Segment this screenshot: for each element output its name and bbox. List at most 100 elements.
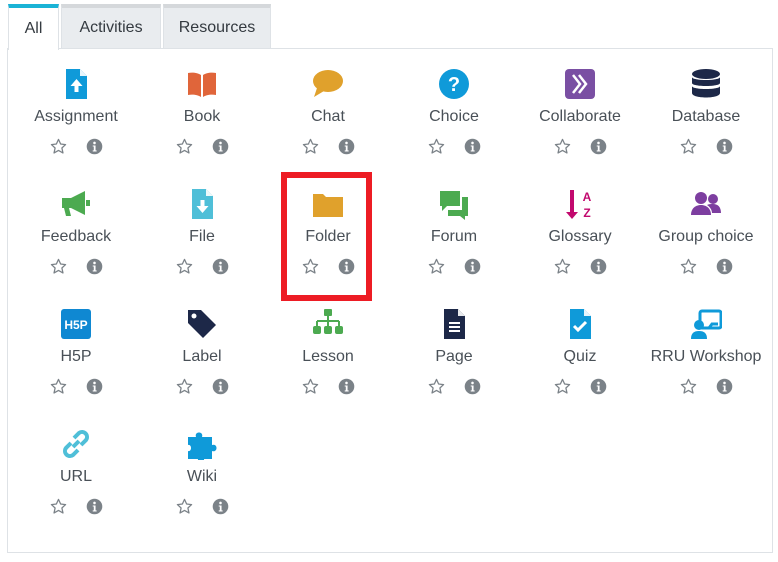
module-actions: [175, 257, 229, 275]
module-item-file[interactable]: File: [139, 182, 265, 302]
module-label: Feedback: [40, 228, 112, 245]
info-icon[interactable]: [211, 137, 229, 155]
star-icon[interactable]: [679, 137, 697, 155]
module-item-rru-workshop[interactable]: RRU Workshop: [643, 302, 769, 422]
module-label: Chat: [311, 108, 345, 125]
star-icon[interactable]: [175, 497, 193, 515]
module-item-choice[interactable]: ? Choice: [391, 62, 517, 182]
module-label: Folder: [305, 228, 351, 245]
url-icon: [59, 427, 93, 461]
info-icon[interactable]: [463, 137, 481, 155]
module-actions: [175, 137, 229, 155]
info-icon[interactable]: [463, 377, 481, 395]
info-icon[interactable]: [337, 137, 355, 155]
star-icon[interactable]: [175, 137, 193, 155]
module-item-h5p[interactable]: H5P H5P: [13, 302, 139, 422]
module-actions: [49, 377, 103, 395]
module-item-chat[interactable]: Chat: [265, 62, 391, 182]
module-label: File: [189, 228, 215, 245]
info-icon[interactable]: [715, 137, 733, 155]
star-icon[interactable]: [679, 377, 697, 395]
star-icon[interactable]: [49, 377, 67, 395]
info-icon[interactable]: [589, 257, 607, 275]
module-actions: [679, 257, 733, 275]
module-label: Book: [183, 108, 221, 125]
module-item-collaborate[interactable]: Collaborate: [517, 62, 643, 182]
module-item-folder[interactable]: Folder: [265, 182, 391, 302]
module-actions: [427, 377, 481, 395]
page-icon: [437, 307, 471, 341]
info-icon[interactable]: [85, 137, 103, 155]
module-item-forum[interactable]: Forum: [391, 182, 517, 302]
collaborate-icon: [563, 67, 597, 101]
module-label: Group choice: [658, 228, 754, 245]
star-icon[interactable]: [553, 377, 571, 395]
lesson-icon: [311, 307, 345, 341]
info-icon[interactable]: [85, 257, 103, 275]
module-label: Database: [671, 108, 741, 125]
star-icon[interactable]: [301, 257, 319, 275]
info-icon[interactable]: [211, 257, 229, 275]
svg-text:H5P: H5P: [64, 318, 87, 332]
database-icon: [689, 67, 723, 101]
star-icon[interactable]: [553, 137, 571, 155]
module-label: Collaborate: [539, 108, 621, 125]
module-actions: [175, 497, 229, 515]
module-item-label[interactable]: Label: [139, 302, 265, 422]
module-actions: [679, 377, 733, 395]
svg-text:Z: Z: [583, 206, 590, 220]
info-icon[interactable]: [85, 377, 103, 395]
star-icon[interactable]: [49, 257, 67, 275]
star-icon[interactable]: [427, 137, 445, 155]
info-icon[interactable]: [589, 377, 607, 395]
tab-all[interactable]: All: [8, 4, 59, 50]
module-label: Wiki: [186, 468, 218, 485]
star-icon[interactable]: [427, 377, 445, 395]
module-actions: [301, 257, 355, 275]
info-icon[interactable]: [715, 377, 733, 395]
module-label: Forum: [430, 228, 478, 245]
star-icon[interactable]: [301, 377, 319, 395]
info-icon[interactable]: [463, 257, 481, 275]
info-icon[interactable]: [85, 497, 103, 515]
info-icon[interactable]: [211, 377, 229, 395]
module-label: Label: [182, 348, 222, 365]
info-icon[interactable]: [211, 497, 229, 515]
info-icon[interactable]: [589, 137, 607, 155]
module-label: Quiz: [563, 348, 597, 365]
module-actions: [427, 257, 481, 275]
info-icon[interactable]: [337, 377, 355, 395]
module-item-assignment[interactable]: Assignment: [13, 62, 139, 182]
book-icon: [185, 67, 219, 101]
module-item-url[interactable]: URL: [13, 422, 139, 542]
module-actions: [49, 497, 103, 515]
module-item-feedback[interactable]: Feedback: [13, 182, 139, 302]
module-item-page[interactable]: Page: [391, 302, 517, 422]
module-actions: [553, 377, 607, 395]
module-item-lesson[interactable]: Lesson: [265, 302, 391, 422]
tab-activities[interactable]: Activities: [61, 4, 161, 48]
module-actions: [301, 377, 355, 395]
assignment-icon: [59, 67, 93, 101]
star-icon[interactable]: [175, 377, 193, 395]
module-item-database[interactable]: Database: [643, 62, 769, 182]
module-item-book[interactable]: Book: [139, 62, 265, 182]
tab-resources[interactable]: Resources: [163, 4, 271, 48]
star-icon[interactable]: [49, 497, 67, 515]
star-icon[interactable]: [49, 137, 67, 155]
star-icon[interactable]: [553, 257, 571, 275]
star-icon[interactable]: [679, 257, 697, 275]
info-icon[interactable]: [337, 257, 355, 275]
module-label: Lesson: [302, 348, 354, 365]
info-icon[interactable]: [715, 257, 733, 275]
module-actions: [679, 137, 733, 155]
module-item-quiz[interactable]: Quiz: [517, 302, 643, 422]
module-item-glossary[interactable]: AZ Glossary: [517, 182, 643, 302]
tab-bar: All Activities Resources: [8, 4, 273, 50]
glossary-icon: AZ: [563, 187, 597, 221]
star-icon[interactable]: [427, 257, 445, 275]
module-item-wiki[interactable]: Wiki: [139, 422, 265, 542]
star-icon[interactable]: [301, 137, 319, 155]
star-icon[interactable]: [175, 257, 193, 275]
module-item-group-choice[interactable]: Group choice: [643, 182, 769, 302]
